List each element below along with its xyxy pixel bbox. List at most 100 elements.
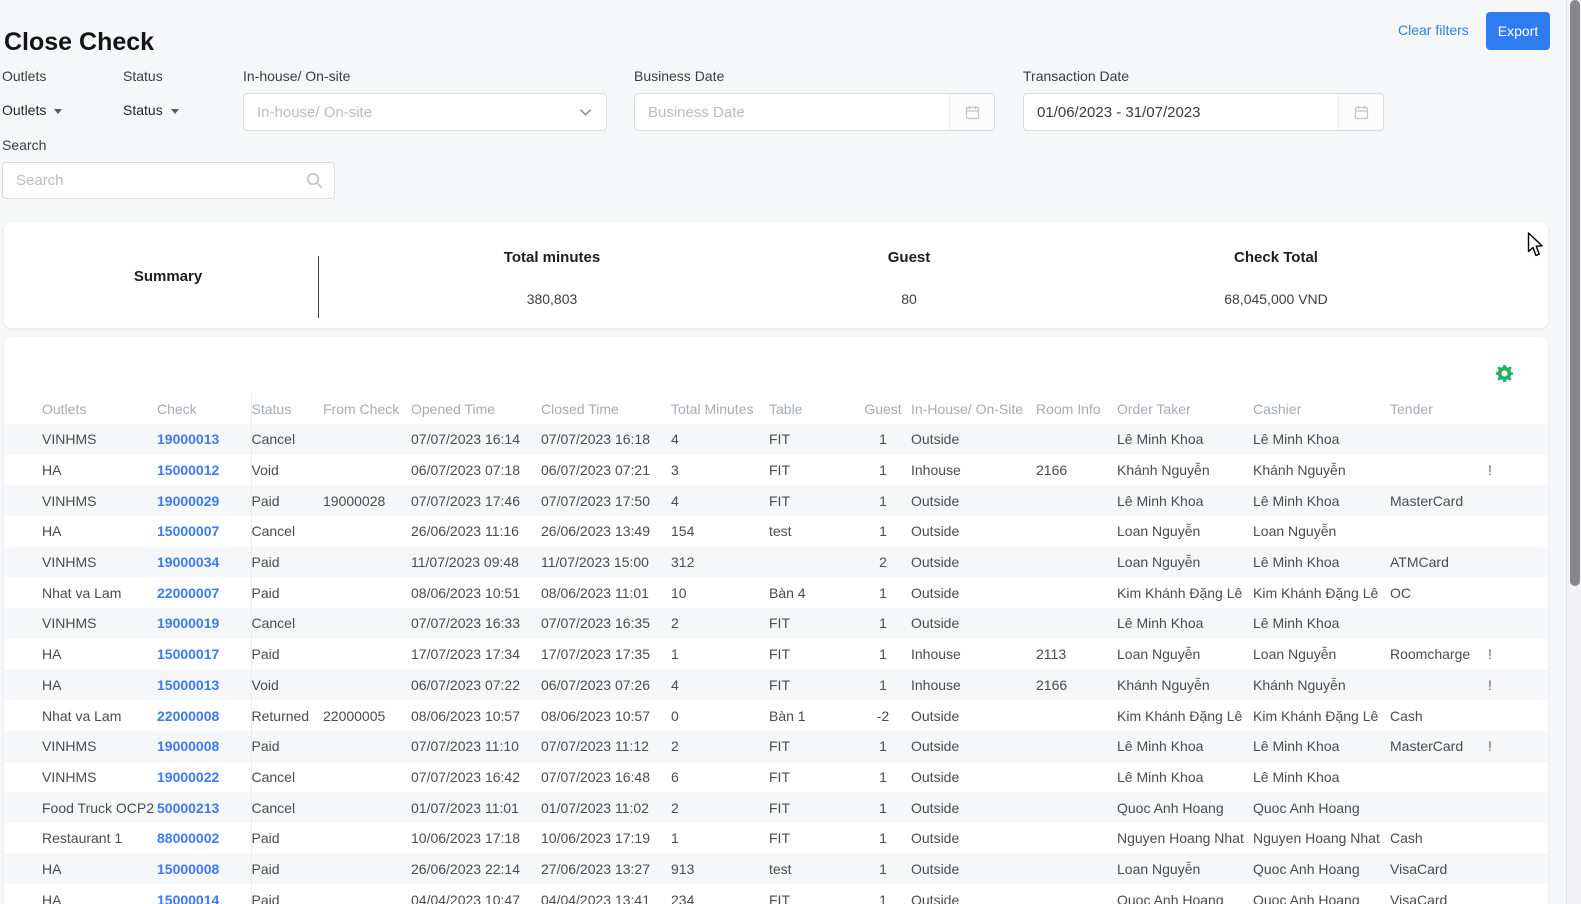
cell-check: 15000017 (157, 639, 251, 670)
cell-total-minutes: 2 (671, 731, 769, 762)
cell-opened-time: 08/06/2023 10:51 (411, 577, 541, 608)
cell-outlets: VINHMS (4, 608, 157, 639)
cell-inhouse-onsite: Outside (911, 577, 1036, 608)
cell-from-check: 19000028 (323, 485, 411, 516)
table-header-row: OutletsCheckStatusFrom CheckOpened TimeC… (4, 393, 1548, 424)
cell-status: Void (251, 670, 323, 701)
cell-inhouse-onsite: Outside (911, 884, 1036, 904)
cell-guest: 2 (855, 547, 911, 578)
column-header-cashier: Cashier (1253, 393, 1390, 424)
cell-opened-time: 26/06/2023 11:16 (411, 516, 541, 547)
stat-label: Check Total (1126, 249, 1426, 266)
column-settings-button[interactable] (1493, 364, 1515, 386)
cell-flag (1484, 547, 1548, 578)
cell-tender (1390, 670, 1484, 701)
check-number-link[interactable]: 22000008 (157, 708, 219, 724)
cell-guest: 1 (855, 670, 911, 701)
cell-guest: -2 (855, 700, 911, 731)
cell-total-minutes: 6 (671, 762, 769, 793)
calendar-icon[interactable] (949, 94, 994, 130)
cell-flag (1484, 424, 1548, 455)
cell-guest: 1 (855, 792, 911, 823)
status-dropdown-value: Status (123, 102, 163, 118)
check-number-link[interactable]: 15000017 (157, 646, 219, 662)
calendar-icon[interactable] (1338, 94, 1383, 130)
transaction-date-filter-label: Transaction Date (1023, 68, 1129, 84)
search-input[interactable] (2, 162, 335, 199)
outlets-dropdown[interactable]: Outlets (2, 102, 62, 118)
table-row: HA15000012Void06/07/2023 07:1806/07/2023… (4, 455, 1548, 486)
cell-closed-time: 07/07/2023 16:35 (541, 608, 671, 639)
cell-from-check (323, 455, 411, 486)
export-button[interactable]: Export (1486, 12, 1550, 50)
column-header-outlets: Outlets (4, 393, 157, 424)
cell-tender: Cash (1390, 700, 1484, 731)
cell-table: FIT (769, 639, 855, 670)
cell-total-minutes: 913 (671, 854, 769, 885)
check-number-link[interactable]: 88000002 (157, 830, 219, 846)
table-row: HA15000013Void06/07/2023 07:2206/07/2023… (4, 670, 1548, 701)
clear-filters-link[interactable]: Clear filters (1398, 22, 1469, 38)
check-number-link[interactable]: 22000007 (157, 585, 219, 601)
column-header-guest: Guest (855, 393, 911, 424)
cell-table: Bàn 4 (769, 577, 855, 608)
table-row: Nhat va Lam22000008Returned2200000508/06… (4, 700, 1548, 731)
check-number-link[interactable]: 15000012 (157, 462, 219, 478)
cell-opened-time: 07/07/2023 16:42 (411, 762, 541, 793)
cell-check: 15000012 (157, 455, 251, 486)
check-number-link[interactable]: 15000014 (157, 892, 219, 904)
inhouse-onsite-select[interactable]: In-house/ On-site (243, 93, 607, 131)
cell-flag: ! (1484, 639, 1548, 670)
cell-tender: VisaCard (1390, 854, 1484, 885)
cell-check: 15000008 (157, 854, 251, 885)
cell-check: 15000013 (157, 670, 251, 701)
table-row: Nhat va Lam22000007Paid08/06/2023 10:510… (4, 577, 1548, 608)
status-dropdown[interactable]: Status (123, 102, 179, 118)
cell-guest: 1 (855, 884, 911, 904)
cell-cashier: Khánh Nguyễn (1253, 670, 1390, 701)
cell-room-info (1036, 424, 1117, 455)
cell-flag (1484, 823, 1548, 854)
cell-opened-time: 01/07/2023 11:01 (411, 792, 541, 823)
vertical-scrollbar-track[interactable] (1566, 0, 1581, 904)
page-title: Close Check (4, 28, 154, 57)
cell-room-info (1036, 854, 1117, 885)
vertical-scrollbar-thumb[interactable] (1570, 0, 1580, 586)
cell-cashier: Lê Minh Khoa (1253, 485, 1390, 516)
column-header-room-info: Room Info (1036, 393, 1117, 424)
cell-closed-time: 07/07/2023 16:18 (541, 424, 671, 455)
cell-table: test (769, 516, 855, 547)
check-number-link[interactable]: 15000013 (157, 677, 219, 693)
check-number-link[interactable]: 19000013 (157, 431, 219, 447)
business-date-input[interactable]: Business Date (634, 93, 995, 131)
check-number-link[interactable]: 19000019 (157, 615, 219, 631)
cell-room-info (1036, 792, 1117, 823)
cell-cashier: Quoc Anh Hoang (1253, 792, 1390, 823)
transaction-date-input[interactable]: 01/06/2023 - 31/07/2023 (1023, 93, 1384, 131)
cell-total-minutes: 2 (671, 792, 769, 823)
check-number-link[interactable]: 19000008 (157, 738, 219, 754)
cell-opened-time: 07/07/2023 17:46 (411, 485, 541, 516)
summary-divider (318, 256, 319, 318)
caret-down-icon (54, 109, 62, 114)
check-number-link[interactable]: 50000213 (157, 800, 219, 816)
cell-inhouse-onsite: Outside (911, 547, 1036, 578)
column-header-table: Table (769, 393, 855, 424)
cell-closed-time: 07/07/2023 11:12 (541, 731, 671, 762)
cell-outlets: HA (4, 854, 157, 885)
check-number-link[interactable]: 19000029 (157, 493, 219, 509)
cell-guest: 1 (855, 823, 911, 854)
cell-tender (1390, 455, 1484, 486)
check-number-link[interactable]: 19000034 (157, 554, 219, 570)
check-number-link[interactable]: 19000022 (157, 769, 219, 785)
cell-inhouse-onsite: Outside (911, 424, 1036, 455)
cell-flag: ! (1484, 455, 1548, 486)
cell-order-taker: Kim Khánh Đặng Lê (1117, 577, 1253, 608)
check-number-link[interactable]: 15000007 (157, 523, 219, 539)
cell-status: Returned (251, 700, 323, 731)
table-row: Food Truck OCP250000213Cancel01/07/2023 … (4, 792, 1548, 823)
check-number-link[interactable]: 15000008 (157, 861, 219, 877)
cell-guest: 1 (855, 639, 911, 670)
cell-guest: 1 (855, 608, 911, 639)
stat-label: Total minutes (402, 249, 702, 266)
